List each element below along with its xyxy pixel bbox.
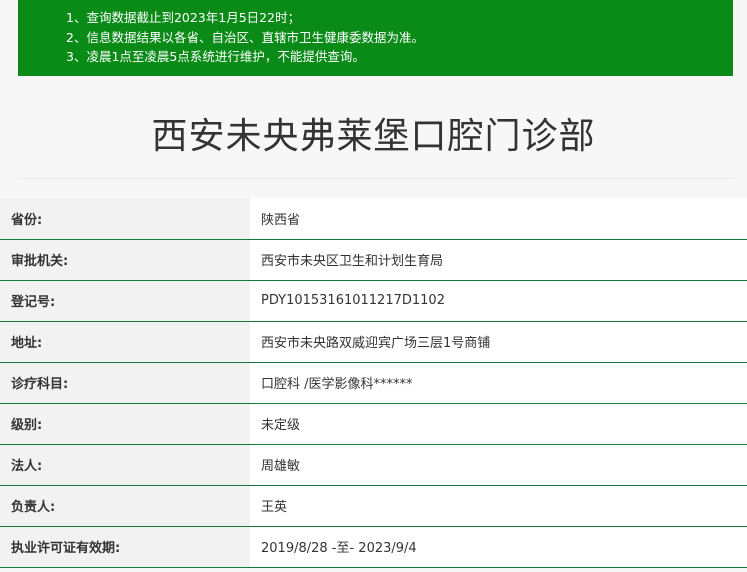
notice-line: 2、信息数据结果以各省、自治区、直辖市卫生健康委数据为准。	[66, 29, 424, 45]
table-row: 法人: 周雄敏	[0, 444, 747, 486]
field-label-legal-representative: 法人:	[0, 444, 250, 486]
field-value-license-validity: 2019/8/28 -至- 2023/9/4	[250, 526, 747, 568]
title-divider	[18, 178, 735, 179]
clinic-info-table: 省份: 陕西省 审批机关: 西安市未央区卫生和计划生育局 登记号: PDY101…	[0, 198, 747, 568]
page: 1、查询数据截止到2023年1月5日22时； 2、信息数据结果以各省、自治区、直…	[0, 0, 747, 572]
field-label-province: 省份:	[0, 198, 250, 240]
field-value-province: 陕西省	[250, 198, 747, 240]
field-value-address: 西安市未央路双威迎宾广场三层1号商铺	[250, 321, 747, 363]
field-label-registration-number: 登记号:	[0, 280, 250, 322]
field-value-level: 未定级	[250, 403, 747, 445]
table-row: 诊疗科目: 口腔科 /医学影像科******	[0, 362, 747, 404]
notice-line: 1、查询数据截止到2023年1月5日22时；	[66, 10, 301, 25]
notice-line: 3、凌晨1点至凌晨5点系统进行维护，不能提供查询。	[66, 49, 365, 64]
table-row: 负责人: 王英	[0, 485, 747, 527]
field-label-level: 级别:	[0, 403, 250, 445]
field-value-legal-representative: 周雄敏	[250, 444, 747, 486]
notice-banner: 1、查询数据截止到2023年1月5日22时； 2、信息数据结果以各省、自治区、直…	[18, 0, 733, 76]
field-value-person-in-charge: 王英	[250, 485, 747, 527]
table-row: 地址: 西安市未央路双威迎宾广场三层1号商铺	[0, 321, 747, 363]
field-label-approval-authority: 审批机关:	[0, 239, 250, 281]
table-row: 省份: 陕西省	[0, 198, 747, 240]
field-label-person-in-charge: 负责人:	[0, 485, 250, 527]
field-value-registration-number: PDY10153161011217D1102	[250, 280, 747, 322]
field-label-address: 地址:	[0, 321, 250, 363]
table-row: 级别: 未定级	[0, 403, 747, 445]
field-value-departments: 口腔科 /医学影像科******	[250, 362, 747, 404]
field-value-approval-authority: 西安市未央区卫生和计划生育局	[250, 239, 747, 281]
field-label-license-validity: 执业许可证有效期:	[0, 526, 250, 568]
table-row: 登记号: PDY10153161011217D1102	[0, 280, 747, 322]
table-row: 审批机关: 西安市未央区卫生和计划生育局	[0, 239, 747, 281]
table-row: 执业许可证有效期: 2019/8/28 -至- 2023/9/4	[0, 526, 747, 568]
page-title: 西安未央弗莱堡口腔门诊部	[151, 116, 596, 157]
field-label-departments: 诊疗科目:	[0, 362, 250, 404]
